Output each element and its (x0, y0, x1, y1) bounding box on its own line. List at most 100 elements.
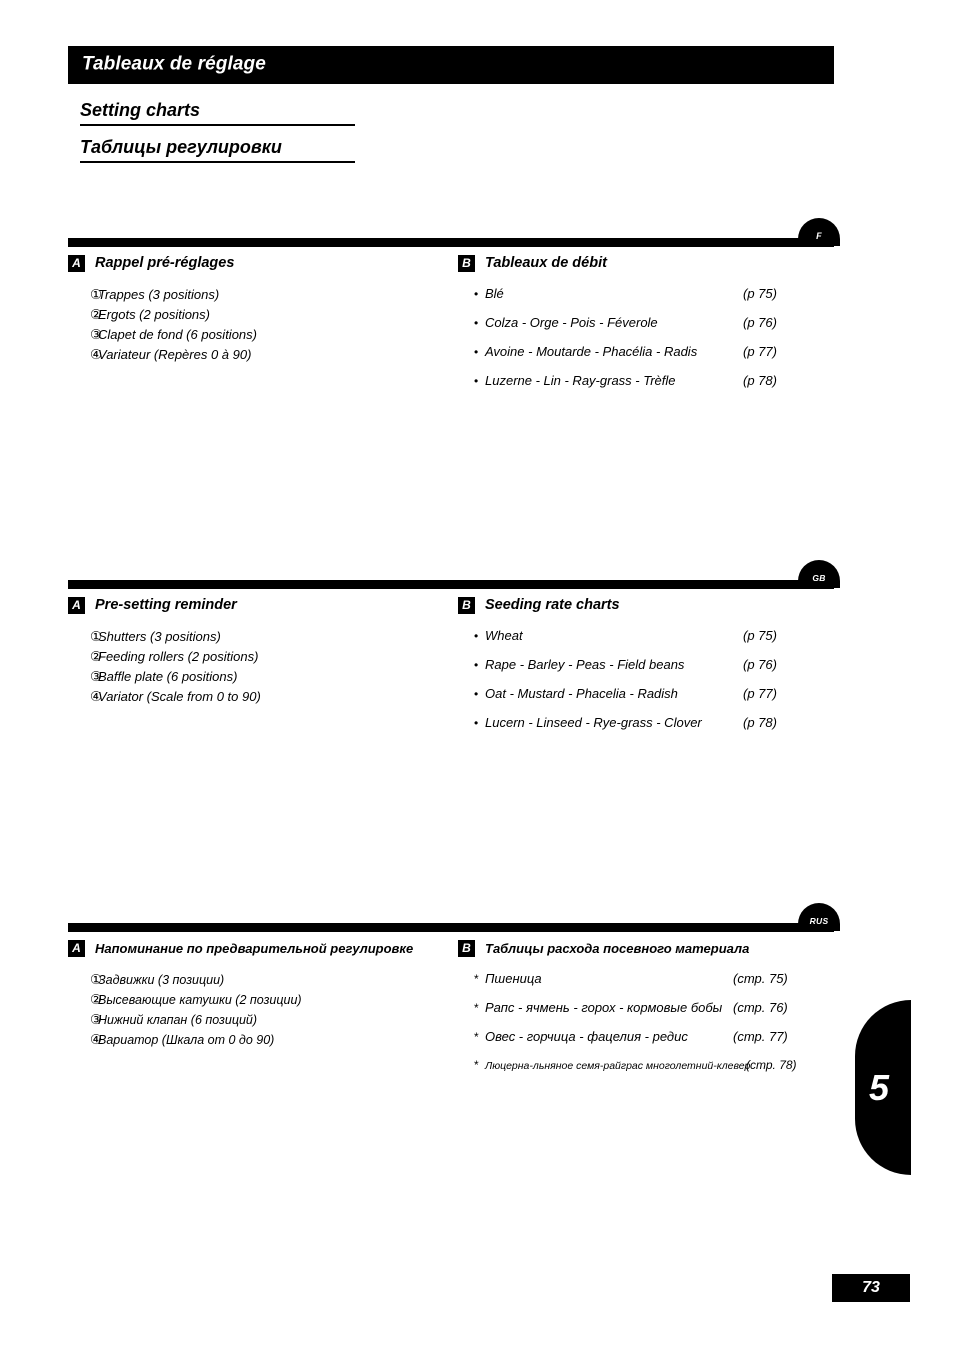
bullet-icon: * (474, 1001, 479, 1015)
reference-label: Colza - Orge - Pois - Féverole (485, 315, 658, 330)
column-heading-text: Rappel pré-réglages (95, 255, 235, 271)
column-heading: B Tableaux de débit (458, 254, 858, 272)
reference-page: (p 78) (743, 373, 777, 388)
marker-a: A (68, 939, 85, 957)
circled-number-icon: ② (90, 992, 103, 1007)
bullet-icon: • (474, 629, 479, 643)
list-item: • Wheat (p 75) (458, 629, 858, 642)
section-column-left: A Rappel pré-réglages ① Trappes (3 posit… (68, 254, 448, 368)
section-column-left: A Напоминание по предварительной регулир… (68, 939, 448, 1053)
marker-a: A (68, 254, 85, 272)
page-title-bar: Tableaux de réglage (68, 46, 834, 84)
circled-number-icon: ③ (90, 1012, 103, 1027)
reference-label: Lucern - Linseed - Rye-grass - Clover (485, 715, 702, 730)
presetting-list: ① Trappes (3 positions) ② Ergots (2 posi… (68, 288, 448, 362)
column-heading: A Pre-setting reminder (68, 596, 448, 614)
circled-number-icon: ② (90, 649, 103, 664)
list-item: • Lucern - Linseed - Rye-grass - Clover … (458, 716, 858, 729)
list-item: • Avoine - Moutarde - Phacélia - Radis (… (458, 345, 858, 358)
list-item-label: Ergots (2 positions) (98, 307, 210, 322)
reference-label: Овес - горчица - фацелия - редис (485, 1029, 688, 1044)
list-item-label: Shutters (3 positions) (98, 629, 221, 644)
reference-label: Рапс - ячмень - горох - кормовые бобы (485, 1000, 723, 1015)
list-item-label: Baffle plate (6 positions) (98, 669, 238, 684)
list-item: • Luzerne - Lin - Ray-grass - Trèfle (p … (458, 374, 858, 387)
reference-page: (p 77) (743, 344, 777, 359)
list-item: • Blé (p 75) (458, 287, 858, 300)
reference-label: Wheat (485, 628, 523, 643)
list-item-label: Вариатор (Шкала от 0 до 90) (98, 1033, 275, 1047)
bullet-icon: • (474, 687, 479, 701)
marker-a: A (68, 596, 85, 614)
list-item: • Colza - Orge - Pois - Féverole (p 76) (458, 316, 858, 329)
reference-label: Avoine - Moutarde - Phacélia - Radis (485, 344, 698, 359)
column-heading-text: Seeding rate charts (485, 597, 620, 613)
bullet-icon: * (474, 1058, 479, 1072)
chart-reference-list: * Пшеница (стр. 75) * Рапс - ячмень - го… (458, 972, 858, 1072)
marker-b: B (458, 254, 475, 272)
reference-page: (p 77) (743, 686, 777, 701)
bullet-icon: • (474, 716, 479, 730)
language-badge-rus: RUS (798, 903, 840, 931)
page-title-en: Setting charts (80, 100, 355, 126)
circled-number-icon: ① (90, 287, 103, 302)
circled-number-icon: ③ (90, 327, 103, 342)
reference-page: (p 78) (743, 715, 777, 730)
circled-number-icon: ③ (90, 669, 103, 684)
list-item: ① Trappes (3 positions) (68, 288, 448, 302)
page-title-ru: Таблицы регулировки (80, 137, 355, 163)
column-heading-text: Напоминание по предварительной регулиров… (95, 940, 414, 956)
reference-page: (p 75) (743, 628, 777, 643)
column-heading: A Напоминание по предварительной регулир… (68, 939, 448, 957)
list-item-label: Variateur (Repères 0 à 90) (98, 347, 252, 362)
list-item-label: Нижний клапан (6 позиций) (98, 1013, 258, 1027)
reference-page: (стр. 78) (746, 1058, 797, 1072)
chart-reference-list: • Blé (p 75) • Colza - Orge - Pois - Fév… (458, 287, 858, 387)
marker-b: B (458, 596, 475, 614)
reference-page: (стр. 77) (733, 1029, 788, 1044)
bullet-icon: • (474, 287, 479, 301)
bullet-icon: • (474, 374, 479, 388)
marker-b: B (458, 939, 475, 957)
circled-number-icon: ④ (90, 1032, 103, 1047)
list-item: * Овес - горчица - фацелия - редис (стр.… (458, 1030, 858, 1043)
column-heading: B Seeding rate charts (458, 596, 858, 614)
document-page: Tableaux de réglage Setting charts Табли… (0, 0, 954, 1351)
reference-page: (стр. 75) (733, 971, 788, 986)
list-item: ③ Baffle plate (6 positions) (68, 670, 448, 684)
section-column-right: B Tableaux de débit • Blé (p 75) • Colza… (458, 254, 858, 403)
list-item-label: Feeding rollers (2 positions) (98, 649, 259, 664)
page-title-fr: Tableaux de réglage (82, 53, 266, 75)
column-heading-text: Pre-setting reminder (95, 597, 237, 613)
section-rule (68, 923, 834, 932)
list-item-label: Trappes (3 positions) (98, 287, 220, 302)
language-badge-gb: GB (798, 560, 840, 588)
column-heading: A Rappel pré-réglages (68, 254, 448, 272)
list-item: • Rape - Barley - Peas - Field beans (p … (458, 658, 858, 671)
list-item-label: Variator (Scale from 0 to 90) (98, 689, 261, 704)
reference-page: (p 76) (743, 315, 777, 330)
circled-number-icon: ① (90, 629, 103, 644)
list-item: ① Задвижки (3 позиции) (68, 973, 448, 987)
chart-reference-list: • Wheat (p 75) • Rape - Barley - Peas - … (458, 629, 858, 729)
reference-page: (стр. 76) (733, 1000, 788, 1015)
reference-label: Oat - Mustard - Phacelia - Radish (485, 686, 678, 701)
list-item: * Рапс - ячмень - горох - кормовые бобы … (458, 1001, 858, 1014)
reference-label: Luzerne - Lin - Ray-grass - Trèfle (485, 373, 676, 388)
list-item-label: Задвижки (3 позиции) (98, 973, 225, 987)
list-item: ③ Clapet de fond (6 positions) (68, 328, 448, 342)
bullet-icon: * (474, 1030, 479, 1044)
list-item: ② Ergots (2 positions) (68, 308, 448, 322)
list-item: ④ Вариатор (Шкала от 0 до 90) (68, 1033, 448, 1047)
bullet-icon: • (474, 658, 479, 672)
language-badge-fr: F (798, 218, 840, 246)
circled-number-icon: ① (90, 972, 103, 987)
list-item: * Люцерна-льняное семя-райграс многолетн… (458, 1059, 858, 1072)
section-column-right: B Seeding rate charts • Wheat (p 75) • R… (458, 596, 858, 745)
list-item: ④ Variator (Scale from 0 to 90) (68, 690, 448, 704)
reference-label: Пшеница (485, 971, 542, 986)
list-item: ④ Variateur (Repères 0 à 90) (68, 348, 448, 362)
column-heading-text: Таблицы расхода посевного материала (485, 940, 750, 956)
section-column-left: A Pre-setting reminder ① Shutters (3 pos… (68, 596, 448, 710)
bullet-icon: * (474, 972, 479, 986)
